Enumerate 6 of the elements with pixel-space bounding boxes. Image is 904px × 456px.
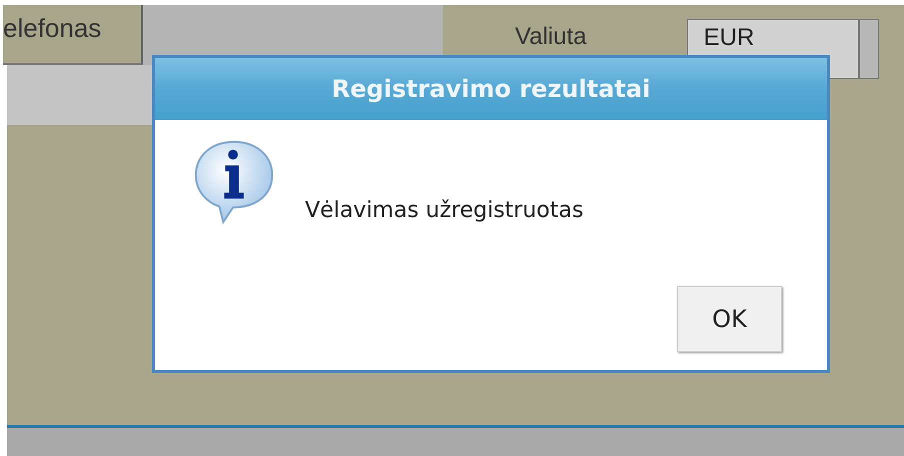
dialog-message: Vėlavimas užregistruotas — [305, 198, 584, 223]
phone-label: elefonas — [3, 13, 102, 43]
dropdown-button[interactable] — [858, 19, 879, 79]
ok-button[interactable]: OK — [677, 286, 782, 352]
dialog-title: Registravimo rezultatai — [155, 58, 827, 120]
currency-label: Valiuta — [515, 23, 587, 51]
